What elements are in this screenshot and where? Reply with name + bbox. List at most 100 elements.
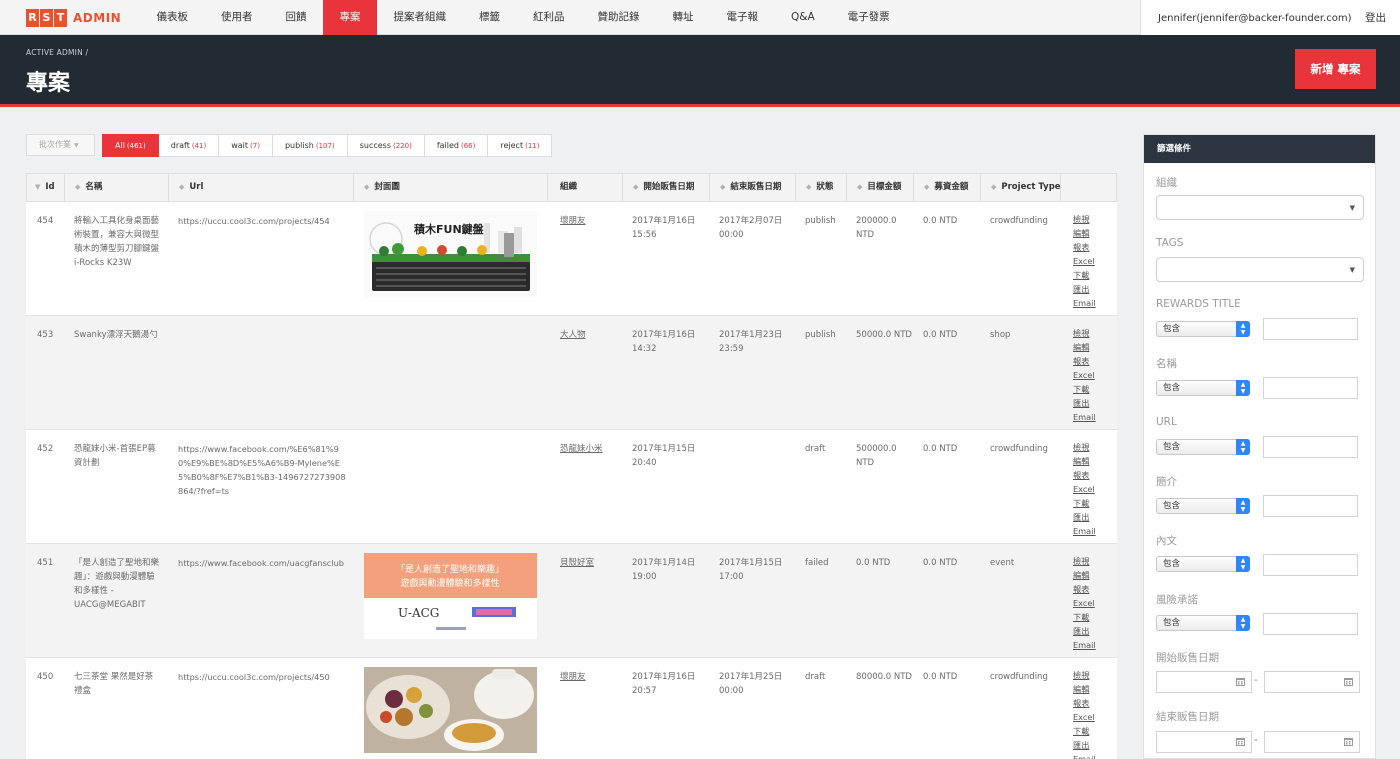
end-date-to-input[interactable] [1264, 731, 1360, 753]
sort-icon: ◆ [806, 183, 812, 191]
cell-status: publish [805, 330, 836, 340]
nav-item[interactable]: 紅利品 [517, 0, 582, 35]
row-action-link[interactable]: 匯出 [1073, 282, 1096, 296]
nav-item[interactable]: 回饋 [269, 0, 323, 35]
row-action-link[interactable]: Excel [1073, 596, 1096, 610]
row-action-link[interactable]: 編輯 [1073, 682, 1096, 696]
column-header-name[interactable]: ◆ 名稱 [65, 174, 169, 201]
row-action-link[interactable]: Email [1073, 752, 1096, 759]
row-action-link[interactable]: 匯出 [1073, 396, 1096, 410]
operator-label: 包含 [1163, 383, 1181, 393]
start-date-from-input[interactable] [1156, 671, 1252, 693]
row-action-link[interactable]: 報表 [1073, 696, 1096, 710]
row-action-link[interactable]: 編輯 [1073, 454, 1096, 468]
row-action-link[interactable]: Email [1073, 638, 1096, 652]
logout-link[interactable]: 登出 [1365, 0, 1386, 37]
current-user-link[interactable]: Jennifer(jennifer@backer-founder.com) [1158, 0, 1352, 37]
nav-item[interactable]: Q&A [775, 0, 832, 35]
row-action-link[interactable]: 檢視 [1073, 440, 1096, 454]
url-operator-select[interactable]: 包含 ▲ ▼ [1156, 439, 1250, 455]
nav-item[interactable]: 轉址 [656, 0, 710, 35]
batch-actions-dropdown[interactable]: 批次作業 ▼ [26, 134, 95, 156]
cell-status: draft [805, 672, 826, 682]
row-action-link[interactable]: Excel [1073, 254, 1096, 268]
row-action-link[interactable]: 編輯 [1073, 226, 1096, 240]
row-action-link[interactable]: 匯出 [1073, 510, 1096, 524]
calendar-icon [1344, 678, 1353, 686]
nav-item[interactable]: 使用者 [205, 0, 270, 35]
org-select[interactable]: ▼ [1156, 195, 1364, 220]
row-action-link[interactable]: 編輯 [1073, 340, 1096, 354]
new-project-button[interactable]: 新增 專案 [1295, 49, 1376, 89]
scope-tab[interactable]: All (461) [102, 134, 159, 157]
row-action-link[interactable]: Email [1073, 296, 1096, 310]
name-input[interactable] [1263, 377, 1358, 399]
scope-tab[interactable]: reject (11) [488, 134, 553, 157]
column-header-raised[interactable]: ◆ 募資金額 [914, 174, 981, 201]
rewards-title-input[interactable] [1263, 318, 1358, 340]
row-action-link[interactable]: 下載 [1073, 610, 1096, 624]
row-action-link[interactable]: 檢視 [1073, 554, 1096, 568]
nav-item[interactable]: 專案 [323, 0, 377, 35]
column-header-cover[interactable]: ◆ 封面圖 [354, 174, 548, 201]
caret-down-icon: ▼ [74, 142, 79, 149]
scope-tab[interactable]: wait (7) [219, 134, 273, 157]
intro-operator-select[interactable]: 包含 ▲ ▼ [1156, 498, 1250, 514]
cell-org-link[interactable]: 恐龍妹小米 [560, 442, 603, 456]
row-action-link[interactable]: Email [1073, 524, 1096, 538]
scope-tab[interactable]: draft (41) [158, 134, 220, 157]
end-date-from-input[interactable] [1156, 731, 1252, 753]
row-action-link[interactable]: Excel [1073, 710, 1096, 724]
column-header-label: 組織 [560, 182, 578, 192]
content-input[interactable] [1263, 554, 1358, 576]
row-action-link[interactable]: 報表 [1073, 354, 1096, 368]
risk-operator-select[interactable]: 包含 ▲ ▼ [1156, 615, 1250, 631]
url-input[interactable] [1263, 436, 1358, 458]
row-action-link[interactable]: 報表 [1073, 240, 1096, 254]
scope-tab[interactable]: publish (107) [272, 134, 348, 157]
row-action-link[interactable]: Email [1073, 410, 1096, 424]
column-header-project-type[interactable]: ◆ Project Type [981, 174, 1061, 201]
nav-item[interactable]: 標籤 [463, 0, 517, 35]
column-header-end-date[interactable]: ◆ 結束販售日期 [710, 174, 796, 201]
row-action-link[interactable]: 檢視 [1073, 212, 1096, 226]
row-action-link[interactable]: 報表 [1073, 582, 1096, 596]
row-action-link[interactable]: 編輯 [1073, 568, 1096, 582]
column-header-url[interactable]: ◆ Url [169, 174, 354, 201]
cell-org-link[interactable]: 壞朋友 [560, 670, 586, 684]
cell-org-link[interactable]: 貝殼好室 [560, 556, 594, 570]
rewards-title-operator-select[interactable]: 包含 ▲ ▼ [1156, 321, 1250, 337]
row-action-link[interactable]: 下載 [1073, 496, 1096, 510]
scope-tab[interactable]: success (220) [347, 134, 425, 157]
cell-org-link[interactable]: 大人物 [560, 328, 586, 342]
column-header-id[interactable]: ▼ Id [27, 174, 65, 201]
brand-logo[interactable]: R S T ADMIN [26, 9, 121, 27]
nav-item[interactable]: 電子報 [710, 0, 775, 35]
row-action-link[interactable]: 匯出 [1073, 738, 1096, 752]
scope-tab[interactable]: failed (66) [424, 134, 489, 157]
cell-org-link[interactable]: 壞朋友 [560, 214, 586, 228]
risk-input[interactable] [1263, 613, 1358, 635]
content-operator-select[interactable]: 包含 ▲ ▼ [1156, 556, 1250, 572]
row-action-link[interactable]: 下載 [1073, 268, 1096, 282]
row-action-link[interactable]: 檢視 [1073, 326, 1096, 340]
nav-item[interactable]: 電子發票 [831, 0, 906, 35]
row-action-link[interactable]: 檢視 [1073, 668, 1096, 682]
column-header-target[interactable]: ◆ 目標金額 [847, 174, 914, 201]
row-action-link[interactable]: 匯出 [1073, 624, 1096, 638]
row-action-link[interactable]: Excel [1073, 368, 1096, 382]
nav-item[interactable]: 提案者組織 [377, 0, 463, 35]
row-action-link[interactable]: 下載 [1073, 724, 1096, 738]
intro-input[interactable] [1263, 495, 1358, 517]
start-date-to-input[interactable] [1264, 671, 1360, 693]
nav-item[interactable]: 儀表板 [140, 0, 205, 35]
column-header-start-date[interactable]: ◆ 開始販售日期 [623, 174, 710, 201]
row-action-link[interactable]: Excel [1073, 482, 1096, 496]
breadcrumb[interactable]: ACTIVE ADMIN / [26, 48, 88, 57]
column-header-status[interactable]: ◆ 狀態 [796, 174, 847, 201]
row-action-link[interactable]: 下載 [1073, 382, 1096, 396]
row-action-link[interactable]: 報表 [1073, 468, 1096, 482]
tags-select[interactable]: ▼ [1156, 257, 1364, 282]
nav-item[interactable]: 贊助記錄 [581, 0, 656, 35]
name-operator-select[interactable]: 包含 ▲ ▼ [1156, 380, 1250, 396]
